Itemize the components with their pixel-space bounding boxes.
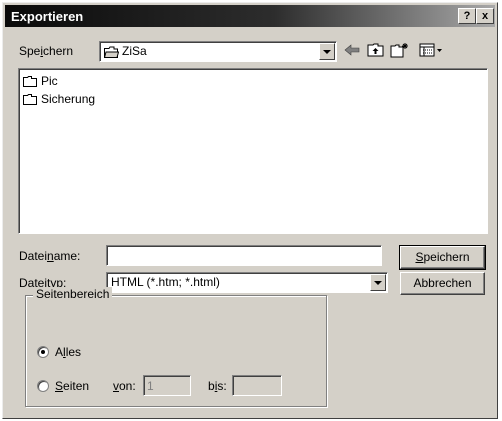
filename-label: Dateiname: (19, 249, 81, 263)
folder-up-icon (367, 43, 385, 60)
list-item[interactable]: Sicherung (23, 91, 95, 107)
radio-selected-dot (41, 350, 45, 354)
filetype-dropdown-button[interactable] (370, 274, 386, 291)
pages-label[interactable]: Seiten (55, 379, 89, 393)
window-title: Exportieren (11, 9, 84, 24)
save-in-value: ZiSa (122, 44, 147, 58)
save-button[interactable]: Speichern (399, 245, 486, 270)
filename-field[interactable] (106, 245, 382, 266)
up-folder-button[interactable] (365, 41, 387, 61)
new-folder-icon (390, 42, 410, 61)
file-list[interactable]: Pic Sicherung (18, 68, 488, 234)
to-label: bis: (208, 379, 227, 393)
filetype-dropdown[interactable]: HTML (*.htm; *.html) (106, 272, 388, 293)
chevron-down-icon (374, 280, 382, 285)
pages-radio[interactable] (37, 380, 49, 392)
to-field[interactable] (232, 375, 282, 396)
list-item[interactable]: Pic (23, 73, 58, 89)
from-input[interactable] (144, 376, 190, 395)
filetype-value: HTML (*.htm; *.html) (111, 275, 220, 289)
folder-icon (23, 93, 37, 105)
close-button[interactable]: x (476, 8, 494, 24)
save-in-label: Speichern (19, 44, 74, 58)
from-field[interactable] (143, 375, 191, 396)
filename-input[interactable] (107, 246, 381, 265)
arrow-left-icon (344, 43, 360, 59)
list-view-icon (419, 43, 443, 60)
page-range-title: Seitenbereich (33, 287, 113, 301)
folder-name: Sicherung (41, 92, 96, 106)
save-in-dropdown[interactable]: ZiSa (99, 41, 337, 62)
cancel-button[interactable]: Abbrechen (400, 272, 485, 295)
folder-name: Pic (41, 74, 58, 88)
chevron-down-icon (323, 49, 331, 54)
back-button[interactable] (341, 41, 363, 61)
folder-icon (23, 75, 37, 87)
new-folder-button[interactable] (389, 41, 411, 61)
all-pages-radio[interactable] (37, 346, 49, 358)
to-input[interactable] (233, 376, 281, 395)
save-in-dropdown-button[interactable] (319, 43, 335, 60)
title-bar: Exportieren ? x (5, 5, 495, 27)
from-label: von: (113, 379, 136, 393)
help-button[interactable]: ? (458, 8, 476, 24)
export-dialog: Exportieren ? x Speichern ZiSa Pic Siche… (2, 2, 498, 419)
all-pages-label[interactable]: Alles (55, 345, 81, 359)
folder-open-icon (103, 46, 120, 61)
view-menu-button[interactable] (417, 41, 445, 61)
